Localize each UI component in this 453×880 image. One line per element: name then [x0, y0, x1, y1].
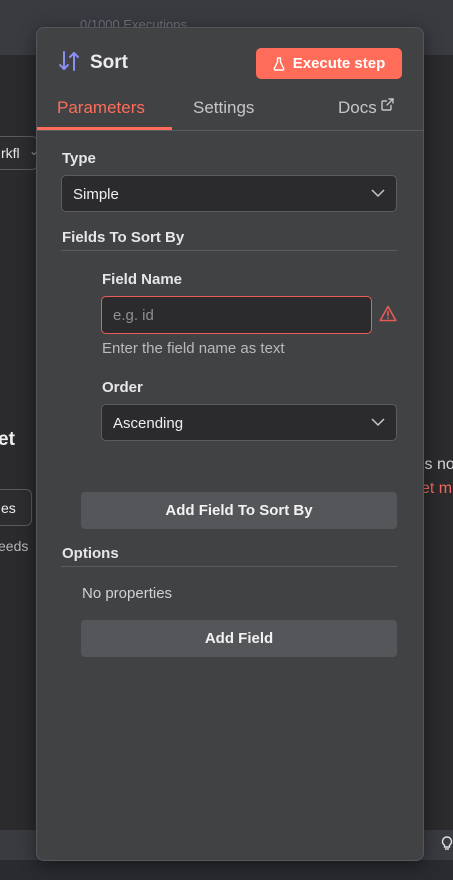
background-heading: et — [0, 429, 15, 450]
chevron-down-icon — [371, 418, 385, 427]
add-field-label: Add Field — [204, 630, 274, 647]
background-link[interactable]: et m — [421, 480, 452, 498]
background-footer — [0, 860, 453, 880]
node-settings-panel: Sort Execute step Parameters Settings Do… — [36, 27, 424, 861]
order-label: Order — [102, 379, 143, 396]
background-button[interactable]: es — [0, 489, 32, 526]
flask-icon — [273, 56, 285, 71]
lightbulb-icon[interactable] — [441, 836, 453, 852]
type-select-value: Simple — [73, 186, 119, 203]
section-divider — [61, 566, 397, 567]
type-select[interactable]: Simple — [61, 175, 397, 212]
section-divider — [61, 250, 397, 251]
background-button-label: es — [1, 500, 16, 516]
tab-settings[interactable]: Settings — [193, 98, 254, 118]
panel-header: Sort Execute step — [37, 28, 423, 88]
node-title: Sort — [90, 52, 128, 73]
options-section-title: Options — [62, 545, 119, 562]
fields-section-title: Fields To Sort By — [62, 229, 185, 246]
field-name-hint: Enter the field name as text — [102, 340, 285, 357]
sort-arrows-icon — [59, 51, 79, 71]
field-name-input-wrapper — [101, 296, 372, 334]
field-name-label: Field Name — [102, 271, 183, 288]
tab-parameters[interactable]: Parameters — [57, 98, 145, 118]
order-select[interactable]: Ascending — [101, 404, 397, 441]
panel-tabs: Parameters Settings Docs — [37, 88, 423, 131]
execute-step-label: Execute step — [292, 55, 386, 72]
execute-step-button[interactable]: Execute step — [256, 48, 402, 79]
type-label: Type — [62, 150, 96, 167]
add-field-button[interactable]: Add Field — [81, 620, 397, 657]
no-properties-text: No properties — [82, 585, 173, 602]
tab-docs[interactable]: Docs — [338, 98, 394, 118]
field-name-input[interactable] — [102, 297, 371, 333]
active-tab-indicator — [37, 127, 172, 130]
background-message: is no — [421, 456, 453, 473]
external-link-icon — [381, 98, 394, 111]
add-field-to-sort-button[interactable]: Add Field To Sort By — [81, 492, 397, 529]
order-select-value: Ascending — [113, 415, 184, 432]
warning-icon — [379, 305, 397, 322]
tab-docs-label: Docs — [338, 98, 377, 117]
chevron-down-icon — [371, 189, 385, 198]
workflow-selector[interactable]: rkfl ⌄ — [0, 136, 39, 170]
add-field-to-sort-label: Add Field To Sort By — [165, 502, 313, 519]
workflow-selector-label: rkfl — [1, 145, 20, 161]
background-text: eeds — [0, 538, 29, 554]
